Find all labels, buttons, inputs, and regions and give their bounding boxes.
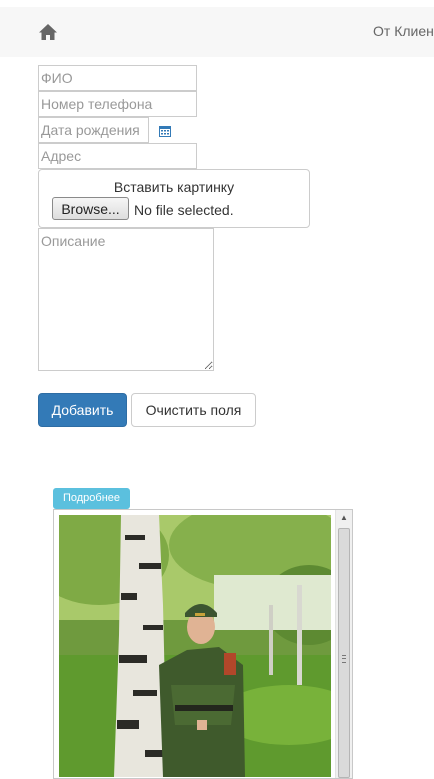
fio-input[interactable] — [38, 65, 197, 91]
scroll-thumb[interactable] — [338, 528, 350, 778]
vertical-scrollbar[interactable]: ▲ — [335, 510, 352, 778]
upload-label: Вставить картинку — [113, 179, 235, 195]
details-badge[interactable]: Подробнее — [53, 488, 130, 509]
image-upload-panel: Вставить картинку Browse... No file sele… — [38, 169, 310, 228]
calendar-icon[interactable] — [159, 125, 171, 137]
photo-scroll-box[interactable]: ▲ — [53, 509, 353, 779]
birthdate-input[interactable] — [38, 117, 149, 143]
client-photo — [59, 515, 331, 777]
file-status: No file selected. — [134, 202, 234, 218]
home-icon[interactable] — [38, 23, 58, 41]
navbar: От Клиен — [0, 7, 434, 57]
browse-button[interactable]: Browse... — [52, 197, 129, 220]
scroll-grip-icon — [342, 655, 346, 663]
add-button[interactable]: Добавить — [38, 393, 127, 427]
description-textarea[interactable] — [38, 228, 214, 371]
clear-fields-button[interactable]: Очистить поля — [131, 393, 256, 427]
address-input[interactable] — [38, 143, 197, 169]
scroll-up-arrow-icon[interactable]: ▲ — [336, 510, 352, 526]
nav-link-clients[interactable]: От Клиен — [373, 23, 434, 39]
phone-input[interactable] — [38, 91, 197, 117]
